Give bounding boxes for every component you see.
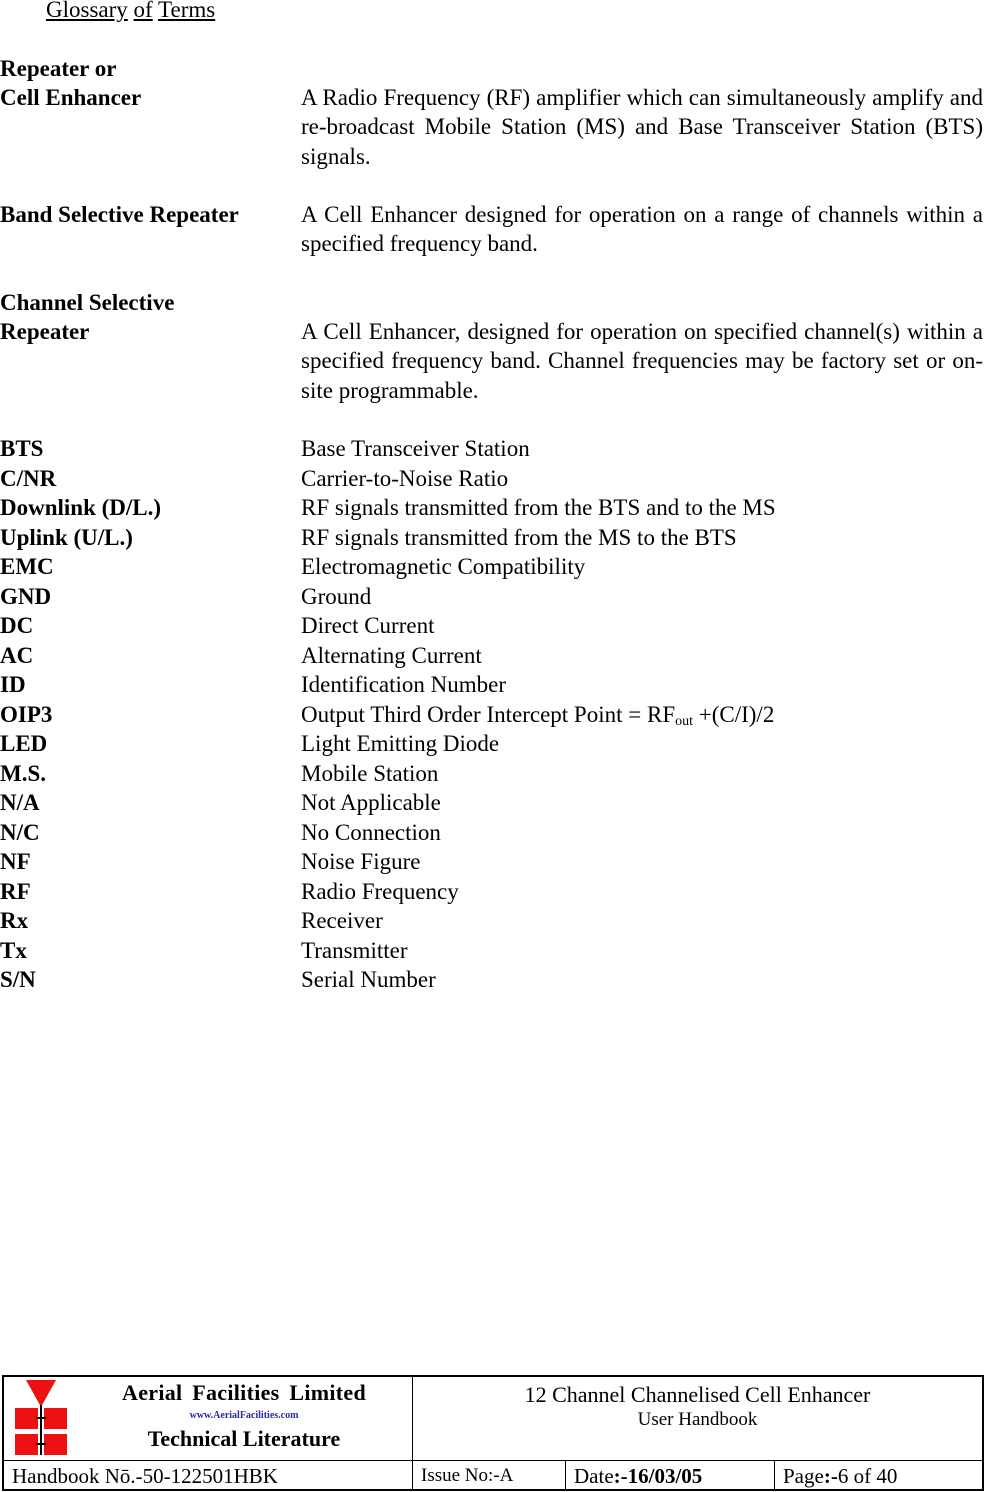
aerial-facilities-logo-icon — [15, 1380, 67, 1455]
abbreviation-row: NF Noise Figure — [0, 847, 985, 877]
company-website: www.AerialFacilities.com — [189, 1410, 299, 1421]
handbook-number: Handbook Nō.-50-122501HBK — [4, 1461, 413, 1491]
formula-subscript: out — [675, 713, 693, 729]
abbreviation-row: S/N Serial Number — [0, 965, 985, 995]
term-definition: A Cell Enhancer, designed for operation … — [301, 319, 983, 403]
abbreviation: LED — [0, 731, 48, 756]
abbreviation-row: Uplink (U/L.) RF signals transmitted fro… — [0, 523, 985, 553]
abbreviation-row: Tx Transmitter — [0, 936, 985, 966]
abbreviation-row: DC Direct Current — [0, 611, 985, 641]
company-logo-text: Aerial Facilities Limited www.AerialFaci… — [79, 1377, 409, 1454]
term-definition: A Radio Frequency (RF) amplifier which c… — [301, 85, 983, 169]
date-value: :-16/03/05 — [613, 1464, 703, 1488]
abbreviation-meaning: Carrier-to-Noise Ratio — [301, 465, 509, 491]
abbreviation-meaning: Direct Current — [301, 613, 435, 638]
abbreviation-meaning: Identification Number — [301, 672, 507, 697]
issue-label: Issue No:- — [421, 1465, 500, 1486]
formula-text: Output Third Order Intercept Point = RF — [301, 701, 676, 727]
abbreviation-meaning: Electromagnetic Compatibility — [301, 554, 586, 579]
abbreviation-meaning: Base Transceiver Station — [301, 436, 530, 461]
abbreviation-meaning: Mobile Station — [301, 760, 439, 786]
abbreviation-meaning: Not Applicable — [301, 790, 441, 815]
abbreviation: BTS — [0, 436, 44, 461]
abbreviation: AC — [0, 642, 34, 668]
footer-logo-cell: Aerial Facilities Limited www.AerialFaci… — [4, 1377, 413, 1461]
abbreviation-meaning: Noise Figure — [301, 849, 421, 874]
abbreviation: Downlink (D/L.) — [0, 495, 162, 520]
page-title: Glossary of Terms — [46, 0, 215, 24]
abbreviation: C/NR — [0, 465, 57, 491]
abbreviation-row: BTS Base Transceiver Station — [0, 434, 985, 464]
abbreviation-meaning: Alternating Current — [301, 642, 482, 668]
page-label: Page — [783, 1464, 824, 1488]
abbreviation: N/C — [0, 819, 40, 845]
abbreviation-meaning: Receiver — [301, 908, 383, 933]
abbreviation: GND — [0, 583, 52, 609]
abbreviation-row: LED Light Emitting Diode — [0, 729, 985, 759]
abbreviation: Uplink (U/L.) — [0, 524, 133, 550]
abbreviation-row: GND Ground — [0, 582, 985, 612]
abbreviation-row: ID Identification Number — [0, 670, 985, 700]
page-value: 6 of 40 — [837, 1464, 898, 1488]
abbreviation-meaning: RF signals transmitted from the BTS and … — [301, 495, 776, 520]
page-number: Page:-6 of 40 — [775, 1461, 982, 1491]
abbreviation-row: Rx Receiver — [0, 906, 985, 936]
term-label: Repeater — [0, 319, 90, 344]
title-word-of: of — [133, 0, 153, 22]
abbreviation-row: Downlink (D/L.) RF signals transmitted f… — [0, 493, 985, 523]
title-word-glossary: Glossary — [46, 0, 128, 22]
document-date: Date:-16/03/05 — [566, 1461, 775, 1491]
abbreviation-meaning: Radio Frequency — [301, 878, 459, 904]
abbreviation-meaning: RF signals transmitted from the MS to th… — [301, 524, 737, 550]
page-separator: :- — [823, 1464, 838, 1488]
company-tagline: Technical Literature — [147, 1426, 341, 1451]
abbreviation-row: C/NR Carrier-to-Noise Ratio — [0, 464, 985, 494]
abbreviation: RF — [0, 878, 31, 904]
term-label: Band Selective Repeater — [0, 202, 239, 227]
term-label: Repeater or — [0, 56, 117, 81]
company-name: Aerial Facilities Limited — [122, 1380, 366, 1405]
abbreviation: OIP3 — [0, 701, 53, 727]
formula-text: +(C/I)/2 — [693, 701, 775, 727]
footer-info-row: Handbook Nō.-50-122501HBK Issue No:-A Da… — [4, 1461, 982, 1491]
abbreviation: NF — [0, 849, 31, 874]
abbreviation-meaning: No Connection — [301, 819, 441, 845]
abbreviation: N/A — [0, 790, 40, 815]
abbreviation-row: OIP3 Output Third Order Intercept Point … — [0, 700, 985, 730]
abbreviation: Tx — [0, 937, 27, 963]
abbreviation: Rx — [0, 908, 29, 933]
abbreviation: DC — [0, 613, 34, 638]
abbreviation-row: M.S. Mobile Station — [0, 759, 985, 789]
abbreviation-meaning: Light Emitting Diode — [301, 731, 500, 756]
issue-number: Issue No:-A — [413, 1461, 566, 1491]
abbreviation: S/N — [0, 967, 36, 992]
abbreviation-meaning: Transmitter — [301, 937, 408, 963]
abbreviation-row: RF Radio Frequency — [0, 877, 985, 907]
abbreviation: ID — [0, 672, 26, 697]
abbreviation-row: EMC Electromagnetic Compatibility — [0, 552, 985, 582]
footer-doc-title-cell: 12 Channel Channelised Cell Enhancer Use… — [413, 1377, 982, 1461]
abbreviation-meaning: Serial Number — [301, 967, 436, 992]
abbreviation: M.S. — [0, 760, 46, 786]
date-label: Date — [574, 1464, 614, 1488]
issue-value: A — [499, 1465, 514, 1486]
abbreviation-meaning: Ground — [301, 583, 372, 609]
abbreviation-row: N/A Not Applicable — [0, 788, 985, 818]
abbreviation-row: AC Alternating Current — [0, 641, 985, 671]
document-footer: Aerial Facilities Limited www.AerialFaci… — [2, 1375, 984, 1491]
abbreviation: EMC — [0, 554, 54, 579]
title-word-terms: Terms — [158, 0, 216, 22]
abbreviation-row: N/C No Connection — [0, 818, 985, 848]
document-title: 12 Channel Channelised Cell Enhancer — [524, 1382, 871, 1407]
document-subtitle: User Handbook — [637, 1409, 758, 1430]
term-definition: A Cell Enhancer designed for operation o… — [301, 202, 983, 257]
term-label: Channel Selective — [0, 290, 175, 315]
term-label: Cell Enhancer — [0, 85, 142, 110]
